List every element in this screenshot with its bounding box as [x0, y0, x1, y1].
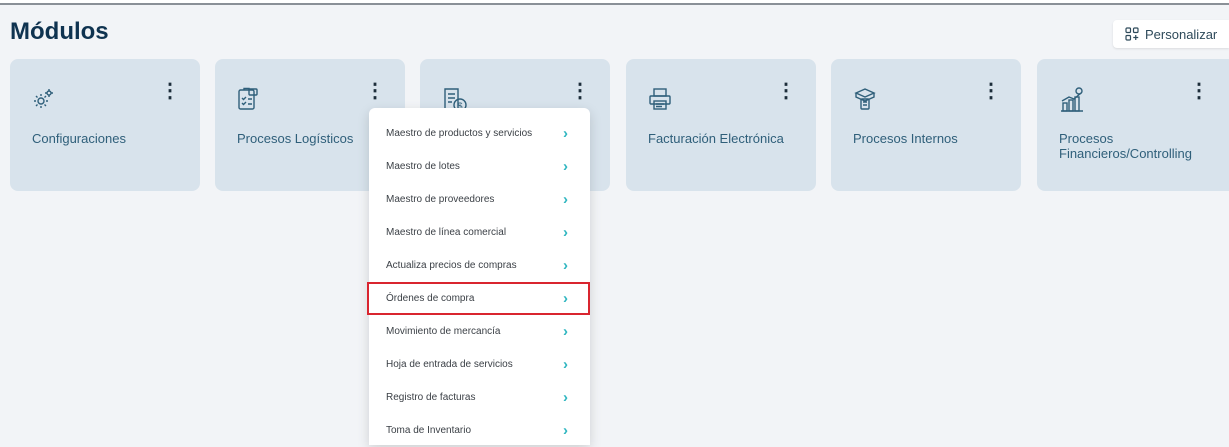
submenu-item[interactable]: Registro de facturas › — [369, 381, 590, 414]
module-card-facturacion-electronica[interactable]: ⋮ Facturación Electrónica — [626, 59, 816, 191]
clipboard-box-icon — [237, 87, 259, 116]
submenu-item[interactable]: Movimiento de mercancía › — [369, 315, 590, 348]
chevron-right-icon: › — [563, 125, 568, 142]
personalize-button[interactable]: Personalizar — [1113, 20, 1229, 48]
submenu-item-highlighted[interactable]: Órdenes de compra › — [367, 282, 590, 315]
submenu-item-label: Actualiza precios de compras — [386, 260, 517, 271]
grid-plus-icon — [1125, 27, 1139, 41]
card-menu-kebab[interactable]: ⋮ — [776, 81, 796, 101]
box-list-icon — [853, 87, 877, 116]
chart-growth-icon — [1059, 87, 1085, 118]
module-label: Procesos Internos — [853, 131, 958, 146]
module-submenu-dropdown: Maestro de productos y servicios › Maest… — [367, 108, 590, 447]
submenu-item-label: Toma de Inventario — [386, 425, 472, 436]
module-label-line1: Procesos — [1059, 131, 1114, 146]
chevron-right-icon: › — [563, 257, 568, 274]
chevron-right-icon: › — [563, 224, 568, 241]
submenu-item-label: Maestro de proveedores — [386, 194, 495, 205]
chevron-right-icon: › — [563, 356, 568, 373]
chevron-right-icon: › — [563, 323, 568, 340]
chevron-right-icon: › — [563, 158, 568, 175]
card-menu-kebab[interactable]: ⋮ — [1189, 81, 1209, 101]
submenu-item-label: Registro de facturas — [386, 392, 476, 403]
card-menu-kebab[interactable]: ⋮ — [160, 81, 180, 101]
submenu-item-label: Órdenes de compra — [386, 293, 475, 304]
submenu-item[interactable]: Maestro de línea comercial › — [369, 216, 590, 249]
chevron-right-icon: › — [563, 290, 568, 307]
submenu-item-label: Movimiento de mercancía — [386, 326, 501, 337]
submenu-item-label: Maestro de lotes — [386, 161, 460, 172]
submenu-item-label: Maestro de productos y servicios — [386, 128, 533, 139]
card-menu-kebab[interactable]: ⋮ — [981, 81, 1001, 101]
printer-icon — [648, 87, 672, 116]
chevron-right-icon: › — [563, 389, 568, 406]
chevron-right-icon: › — [563, 191, 568, 208]
card-menu-kebab[interactable]: ⋮ — [365, 81, 385, 101]
submenu-item[interactable]: Toma de Inventario › — [369, 414, 590, 447]
module-label: Procesos Financieros/Controlling — [1059, 131, 1192, 161]
module-card-configuraciones[interactable]: ⋮ Configuraciones — [10, 59, 200, 191]
personalize-label: Personalizar — [1145, 26, 1218, 42]
top-divider — [0, 0, 1229, 5]
module-label-line2: Financieros/Controlling — [1059, 146, 1192, 161]
submenu-item-label: Hoja de entrada de servicios — [386, 359, 513, 370]
submenu-item[interactable]: Maestro de proveedores › — [369, 183, 590, 216]
submenu-item[interactable]: Hoja de entrada de servicios › — [369, 348, 590, 381]
chevron-right-icon: › — [563, 422, 568, 439]
submenu-item[interactable]: Maestro de lotes › — [369, 150, 590, 183]
module-label: Procesos Logísticos — [237, 131, 354, 146]
gears-icon — [32, 87, 56, 116]
page-title: Módulos — [10, 18, 109, 45]
card-menu-kebab[interactable]: ⋮ — [570, 81, 590, 101]
module-card-procesos-internos[interactable]: ⋮ Procesos Internos — [831, 59, 1021, 191]
submenu-item[interactable]: Maestro de productos y servicios › — [369, 117, 590, 150]
module-label: Facturación Electrónica — [648, 131, 784, 146]
submenu-item[interactable]: Actualiza precios de compras › — [369, 249, 590, 282]
module-card-procesos-financieros[interactable]: ⋮ Procesos Financieros/Controlling — [1037, 59, 1229, 191]
module-label: Configuraciones — [32, 131, 126, 146]
submenu-item-label: Maestro de línea comercial — [386, 227, 507, 238]
